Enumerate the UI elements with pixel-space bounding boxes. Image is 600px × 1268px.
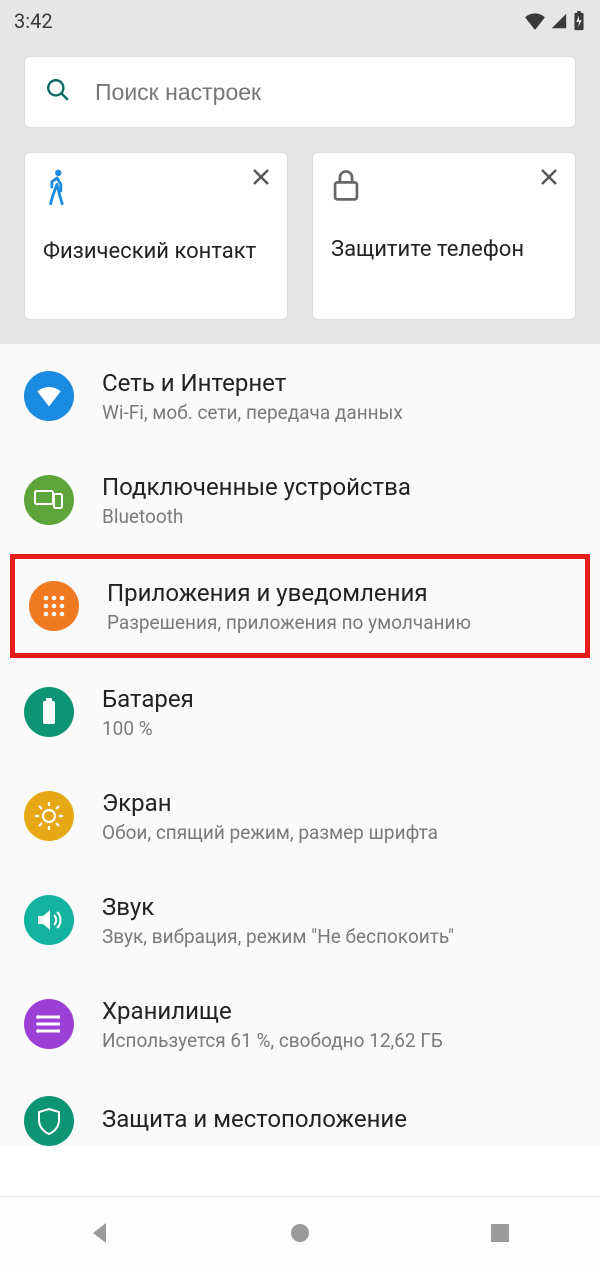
devices-icon (24, 475, 74, 525)
home-button[interactable] (260, 1208, 340, 1258)
item-apps-notifications[interactable]: Приложения и уведомления Разрешения, при… (10, 554, 590, 658)
wifi-icon (24, 371, 74, 421)
wifi-icon (524, 12, 546, 30)
settings-list: Сеть и Интернет Wi-Fi, моб. сети, переда… (0, 344, 600, 1146)
item-title: Подключенные устройства (102, 473, 576, 501)
item-subtitle: Используется 61 %, свободно 12,62 ГБ (102, 1029, 576, 1052)
item-subtitle: Обои, спящий режим, размер шрифта (102, 821, 576, 844)
item-subtitle: 100 % (102, 717, 576, 740)
status-time: 3:42 (14, 9, 53, 33)
item-sound[interactable]: Звук Звук, вибрация, режим "Не беспокоит… (0, 868, 600, 972)
item-title: Звук (102, 893, 576, 921)
status-icons (524, 11, 586, 31)
battery-icon (572, 11, 586, 31)
apps-icon (29, 581, 79, 631)
back-button[interactable] (60, 1208, 140, 1258)
item-storage[interactable]: Хранилище Используется 61 %, свободно 12… (0, 972, 600, 1076)
item-display[interactable]: Экран Обои, спящий режим, размер шрифта (0, 764, 600, 868)
item-subtitle: Звук, вибрация, режим "Не беспокоить" (102, 925, 576, 948)
item-title: Защита и местоположение (102, 1105, 576, 1133)
item-network[interactable]: Сеть и Интернет Wi-Fi, моб. сети, переда… (0, 344, 600, 448)
item-title: Сеть и Интернет (102, 369, 576, 397)
display-icon (24, 791, 74, 841)
close-icon[interactable] (247, 163, 275, 191)
search-input[interactable] (95, 79, 555, 106)
card-protect-phone[interactable]: Защитите телефон (312, 152, 576, 320)
item-title: Приложения и уведомления (107, 579, 571, 607)
lock-icon (331, 169, 557, 207)
sound-icon (24, 895, 74, 945)
card-title: Физический контакт (43, 239, 269, 264)
navigation-bar (0, 1196, 600, 1268)
walk-icon (43, 169, 269, 209)
settings-header: Физический контакт Защитите телефон (0, 42, 600, 344)
search-bar[interactable] (24, 56, 576, 128)
search-icon (45, 77, 71, 107)
card-physical-contact[interactable]: Физический контакт (24, 152, 288, 320)
item-security-location[interactable]: Защита и местоположение (0, 1076, 600, 1146)
item-title: Хранилище (102, 997, 576, 1025)
storage-icon (24, 999, 74, 1049)
cellular-icon (550, 12, 568, 30)
item-battery[interactable]: Батарея 100 % (0, 660, 600, 764)
item-subtitle: Bluetooth (102, 505, 576, 528)
item-connected-devices[interactable]: Подключенные устройства Bluetooth (0, 448, 600, 552)
item-subtitle: Wi-Fi, моб. сети, передача данных (102, 401, 576, 424)
battery-icon (24, 687, 74, 737)
status-bar: 3:42 (0, 0, 600, 42)
item-subtitle: Разрешения, приложения по умолчанию (107, 611, 571, 634)
security-icon (24, 1096, 74, 1146)
close-icon[interactable] (535, 163, 563, 191)
item-title: Экран (102, 789, 576, 817)
recent-button[interactable] (460, 1208, 540, 1258)
suggestion-cards: Физический контакт Защитите телефон (24, 152, 576, 320)
card-title: Защитите телефон (331, 237, 557, 262)
item-title: Батарея (102, 685, 576, 713)
